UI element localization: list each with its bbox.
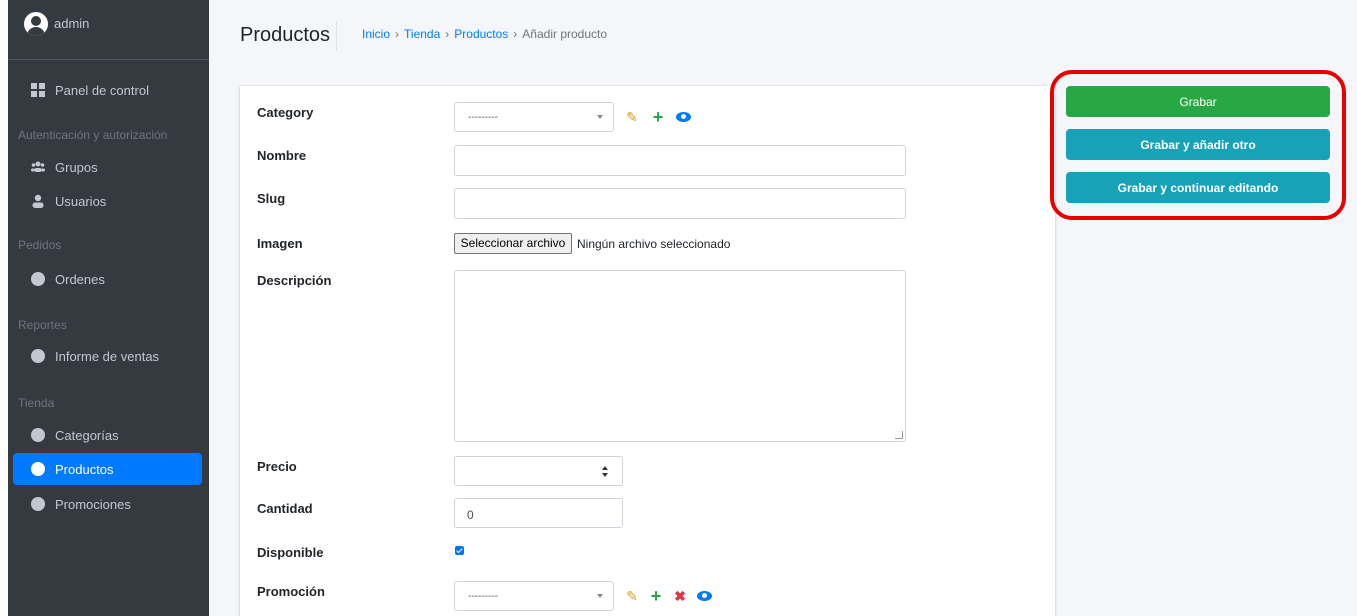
circle-icon	[31, 428, 45, 442]
nombre-input[interactable]	[454, 145, 906, 176]
precio-label: Precio	[257, 459, 297, 474]
breadcrumb-inicio[interactable]: Inicio	[362, 27, 390, 41]
nombre-label: Nombre	[257, 148, 307, 163]
breadcrumb-productos[interactable]: Productos	[454, 27, 508, 41]
breadcrumb-separator: ›	[395, 27, 400, 41]
user-name: admin	[54, 16, 90, 31]
sidebar: admin Panel de control Autenticación y a…	[8, 0, 209, 616]
content-header: Productos Inicio › Tienda › Productos › Añadir…	[209, 10, 1357, 58]
sidebar-item-productos[interactable]: Productos	[13, 453, 202, 485]
promocion-select-value: ---------	[468, 591, 498, 602]
resize-handle-icon[interactable]	[895, 431, 903, 439]
nav-header-tienda: Tienda	[18, 396, 55, 410]
sidebar-item-promociones[interactable]: Promociones	[13, 488, 202, 520]
delete-icon[interactable]: ✖	[672, 587, 688, 605]
circle-icon	[31, 349, 45, 363]
plus-icon[interactable]: +	[650, 108, 666, 126]
chevron-down-icon	[597, 115, 603, 119]
descripcion-textarea[interactable]	[454, 270, 906, 442]
category-select-value: ---------	[468, 112, 498, 123]
promocion-select[interactable]: ---------	[454, 581, 614, 611]
title-divider	[336, 22, 337, 50]
breadcrumb-tienda[interactable]: Tienda	[404, 27, 440, 41]
circle-icon	[31, 462, 45, 476]
breadcrumb-separator: ›	[445, 27, 450, 41]
cantidad-input[interactable]: 0	[454, 498, 623, 528]
sidebar-item-label: Productos	[55, 462, 114, 477]
circle-icon	[31, 497, 45, 511]
pencil-icon[interactable]: ✎	[624, 587, 640, 605]
sidebar-item-label: Panel de control	[55, 83, 149, 98]
spinner-icon[interactable]	[602, 466, 610, 478]
slug-input[interactable]	[454, 188, 906, 219]
sidebar-item-label: Promociones	[55, 497, 131, 512]
page-title: Productos	[240, 24, 331, 46]
sidebar-item-usuarios[interactable]: Usuarios	[13, 185, 202, 217]
plus-icon[interactable]: +	[648, 587, 664, 605]
pencil-icon[interactable]: ✎	[624, 108, 640, 126]
sidebar-item-panel-de-control[interactable]: Panel de control	[13, 74, 202, 106]
disponible-label: Disponible	[257, 545, 324, 560]
user-circle-icon	[24, 12, 48, 36]
category-select[interactable]: ---------	[454, 102, 614, 132]
imagen-label: Imagen	[257, 236, 303, 251]
nav-header-pedidos: Pedidos	[18, 238, 62, 252]
eye-icon[interactable]	[676, 112, 691, 122]
disponible-checkbox[interactable]	[455, 546, 464, 555]
breadcrumb: Inicio › Tienda › Productos › Añadir producto	[362, 27, 607, 41]
breadcrumb-separator: ›	[513, 27, 518, 41]
sidebar-item-label: Categorías	[55, 428, 119, 443]
form-card: Category --------- ✎ + Nombre Slug Image…	[240, 86, 1055, 616]
breadcrumb-current: Añadir producto	[522, 27, 608, 41]
highlight-annotation	[1050, 70, 1346, 220]
precio-input[interactable]	[454, 456, 623, 486]
eye-icon[interactable]	[697, 591, 712, 601]
promocion-label: Promoción	[257, 584, 325, 599]
sidebar-item-label: Usuarios	[55, 194, 107, 209]
cantidad-value: 0	[467, 508, 474, 522]
sidebar-item-label: Grupos	[55, 160, 98, 175]
slug-label: Slug	[257, 191, 286, 206]
user-panel[interactable]: admin	[8, 0, 209, 60]
chevron-down-icon	[597, 594, 603, 598]
dashboard-icon	[31, 83, 45, 97]
category-label: Category	[257, 105, 314, 120]
sidebar-item-ordenes[interactable]: Ordenes	[13, 263, 202, 295]
descripcion-label: Descripción	[257, 273, 332, 288]
sidebar-item-categorias[interactable]: Categorías	[13, 419, 202, 451]
nav-header-reportes: Reportes	[18, 318, 67, 332]
users-icon	[31, 161, 45, 172]
cantidad-label: Cantidad	[257, 501, 313, 516]
circle-icon	[31, 272, 45, 286]
nav-header-auth: Autenticación y autorización	[18, 128, 168, 142]
file-select-button[interactable]: Seleccionar archivo	[454, 233, 572, 254]
sidebar-item-label: Ordenes	[55, 272, 105, 287]
sidebar-item-label: Informe de ventas	[55, 349, 160, 364]
sidebar-item-informe-de-ventas[interactable]: Informe de ventas	[13, 340, 202, 372]
file-status: Ningún archivo seleccionado	[577, 237, 731, 251]
sidebar-item-grupos[interactable]: Grupos	[13, 151, 202, 183]
user-icon	[32, 194, 44, 208]
